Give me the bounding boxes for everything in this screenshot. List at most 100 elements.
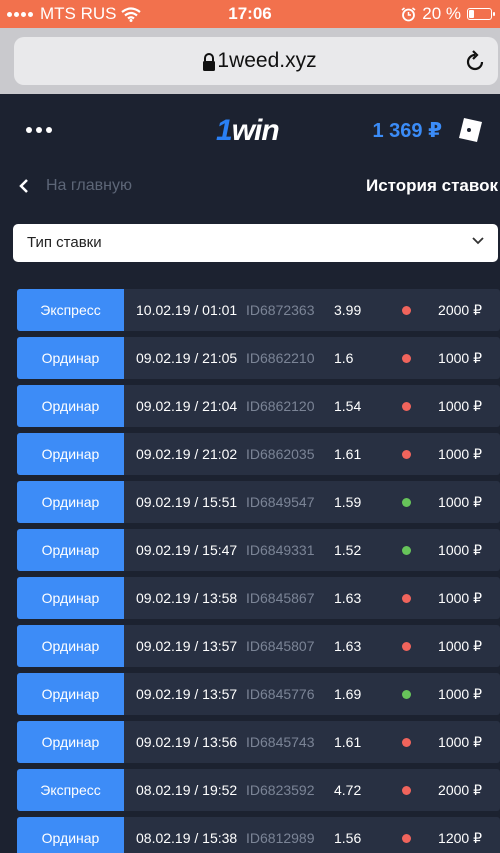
bet-amount: 1000 ₽ (438, 590, 482, 606)
brand-logo[interactable]: 1win (216, 114, 280, 148)
more-menu-icon[interactable] (26, 127, 52, 133)
back-link[interactable]: На главную (46, 177, 132, 195)
bet-type-badge[interactable]: Ординар (17, 337, 124, 379)
bet-odds: 1.6 (334, 350, 354, 366)
bet-amount: 1000 ₽ (438, 638, 482, 654)
bet-odds: 1.54 (334, 398, 362, 414)
bet-row[interactable]: Ординар 09.02.19 / 13:57 ID6845807 1.63 1000… (17, 625, 500, 667)
bet-id: ID6862210 (246, 350, 315, 366)
bet-type-badge[interactable]: Ординар (17, 433, 124, 475)
bet-row[interactable]: Ординар 09.02.19 / 13:58 ID6845867 1.63 1000… (17, 577, 500, 619)
bet-type-badge[interactable]: Ординар (17, 385, 124, 427)
bet-id: ID6872363 (246, 302, 315, 318)
bet-date: 09.02.19 / 21:02 (136, 446, 238, 462)
bet-type-badge[interactable]: Ординар (17, 577, 124, 619)
bet-id: ID6862035 (246, 446, 315, 462)
bet-id: ID6812989 (246, 830, 315, 846)
battery-icon (467, 8, 495, 20)
bet-amount: 1000 ₽ (438, 446, 482, 462)
bet-slip-icon[interactable] (456, 116, 486, 144)
bet-id: ID6845807 (246, 638, 315, 654)
bet-row[interactable]: Ординар 09.02.19 / 21:02 ID6862035 1.61 1000… (17, 433, 500, 475)
lost-status-dot (402, 834, 411, 843)
bet-id: ID6845743 (246, 734, 315, 750)
won-status-dot (402, 546, 411, 555)
bet-amount: 2000 ₽ (438, 782, 482, 798)
bet-row[interactable]: Ординар 09.02.19 / 21:05 ID6862210 1.6 1000 … (17, 337, 500, 379)
bet-date: 10.02.19 / 01:01 (136, 302, 238, 318)
won-status-dot (402, 498, 411, 507)
bet-row[interactable]: Ординар 09.02.19 / 21:04 ID6862120 1.54 1000… (17, 385, 500, 427)
lost-status-dot (402, 450, 411, 459)
bet-type-badge[interactable]: Ординар (17, 481, 124, 523)
lost-status-dot (402, 402, 411, 411)
bet-date: 09.02.19 / 13:56 (136, 734, 238, 750)
bet-odds: 1.61 (334, 446, 362, 462)
status-bar: MTS RUS 17:06 20 % (0, 0, 500, 28)
battery-percent: 20 % (422, 4, 461, 23)
bet-date: 09.02.19 / 15:51 (136, 494, 238, 510)
bet-type-badge[interactable]: Экспресс (17, 769, 124, 811)
reload-icon[interactable] (464, 49, 486, 73)
bet-type-badge[interactable]: Ординар (17, 721, 124, 763)
bet-date: 09.02.19 / 13:57 (136, 686, 238, 702)
bet-date: 08.02.19 / 15:38 (136, 830, 238, 846)
bet-odds: 1.59 (334, 494, 362, 510)
bet-odds: 1.63 (334, 638, 362, 654)
bet-row[interactable]: Ординар 08.02.19 / 15:38 ID6812989 1.56 1200… (17, 817, 500, 853)
bet-odds: 3.99 (334, 302, 362, 318)
bet-amount: 1000 ₽ (438, 350, 482, 366)
bet-type-badge[interactable]: Ординар (17, 625, 124, 667)
bet-odds: 1.69 (334, 686, 362, 702)
address-bar[interactable]: 1weed.xyz (14, 37, 498, 85)
browser-bar: 1weed.xyz (0, 28, 500, 94)
bet-type-badge[interactable]: Экспресс (17, 289, 124, 331)
bet-row[interactable]: Экспресс 10.02.19 / 01:01 ID6872363 3.99 200… (17, 289, 500, 331)
page-title: История ставок (366, 176, 498, 195)
alarm-icon (401, 6, 416, 21)
bet-amount: 2000 ₽ (438, 302, 482, 318)
bet-odds: 1.56 (334, 830, 362, 846)
url-text: 1weed.xyz (217, 49, 317, 72)
status-right: 20 % (401, 4, 495, 24)
bet-id: ID6849547 (246, 494, 315, 510)
bet-row[interactable]: Ординар 09.02.19 / 15:51 ID6849547 1.59 1000… (17, 481, 500, 523)
bet-amount: 1000 ₽ (438, 542, 482, 558)
chevron-left-icon[interactable] (18, 177, 30, 195)
bet-amount: 1000 ₽ (438, 398, 482, 414)
lost-status-dot (402, 594, 411, 603)
bet-id: ID6845776 (246, 686, 315, 702)
bet-id: ID6849331 (246, 542, 315, 558)
bet-row[interactable]: Ординар 09.02.19 / 13:56 ID6845743 1.61 1000… (17, 721, 500, 763)
bet-type-select-label: Тип ставки (27, 234, 102, 251)
bet-type-select[interactable]: Тип ставки (13, 224, 498, 262)
bet-date: 09.02.19 / 13:57 (136, 638, 238, 654)
bet-id: ID6845867 (246, 590, 315, 606)
lost-status-dot (402, 642, 411, 651)
bet-date: 09.02.19 / 15:47 (136, 542, 238, 558)
bet-amount: 1000 ₽ (438, 494, 482, 510)
balance[interactable]: 1 369 ₽ (372, 118, 442, 143)
bet-type-badge[interactable]: Ординар (17, 529, 124, 571)
lost-status-dot (402, 738, 411, 747)
bet-row[interactable]: Ординар 09.02.19 / 15:47 ID6849331 1.52 1000… (17, 529, 500, 571)
lost-status-dot (402, 786, 411, 795)
bet-date: 09.02.19 / 21:04 (136, 398, 238, 414)
bet-id: ID6862120 (246, 398, 315, 414)
bet-date: 08.02.19 / 19:52 (136, 782, 238, 798)
bet-odds: 1.61 (334, 734, 362, 750)
bet-type-badge[interactable]: Ординар (17, 673, 124, 715)
bet-type-badge[interactable]: Ординар (17, 817, 124, 853)
bet-row[interactable]: Ординар 09.02.19 / 13:57 ID6845776 1.69 1000… (17, 673, 500, 715)
app-header: 1win 1 369 ₽ (0, 94, 500, 164)
bet-odds: 4.72 (334, 782, 362, 798)
bet-date: 09.02.19 / 21:05 (136, 350, 238, 366)
bet-amount: 1200 ₽ (438, 830, 482, 846)
bet-row[interactable]: Экспресс 08.02.19 / 19:52 ID6823592 4.72 200… (17, 769, 500, 811)
bet-amount: 1000 ₽ (438, 734, 482, 750)
bet-id: ID6823592 (246, 782, 315, 798)
nav-row: На главную История ставок (0, 164, 500, 208)
won-status-dot (402, 690, 411, 699)
bet-odds: 1.63 (334, 590, 362, 606)
bet-history-list: Экспресс 10.02.19 / 01:01 ID6872363 3.99 200… (17, 289, 500, 853)
